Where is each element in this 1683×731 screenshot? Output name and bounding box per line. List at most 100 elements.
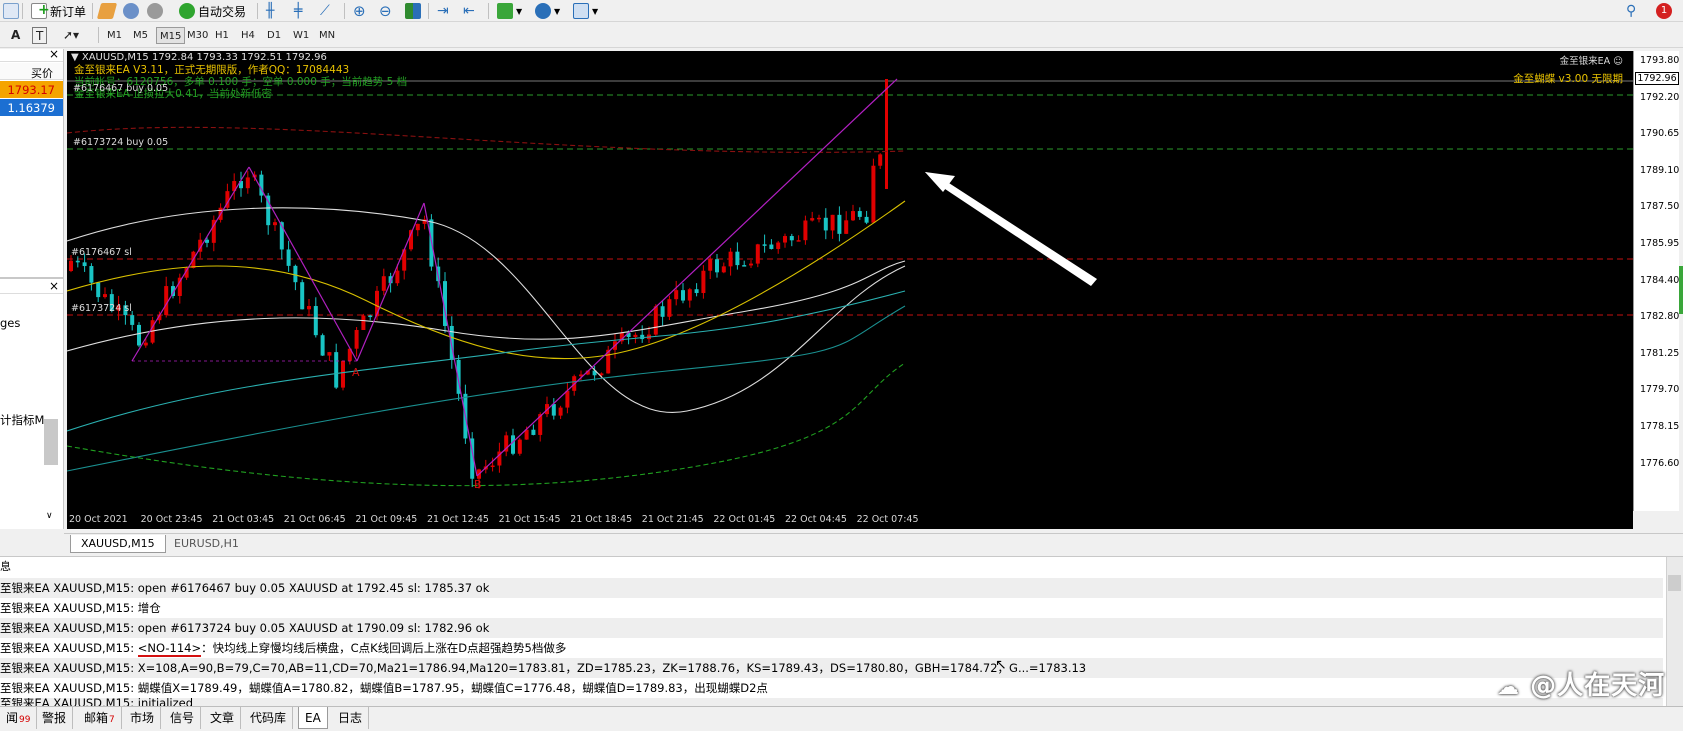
navigator-item[interactable]: 计指标M xyxy=(0,412,44,428)
terminal-tab-1[interactable]: 警报 xyxy=(36,707,74,729)
log-row[interactable]: 至银来EA XAUUSD,M15: 蝴蝶值X=1789.49，蝴蝶值A=1780… xyxy=(0,678,1663,698)
price-tick: 1779.70 xyxy=(1640,384,1680,396)
navigator-item[interactable]: ges xyxy=(0,316,20,330)
price-axis[interactable]: 1793.80 1792.20 1790.65 1789.10 1787.50 1785.… xyxy=(1633,51,1683,511)
chevron-down-icon[interactable]: ∨ xyxy=(46,511,53,521)
bid-column-header[interactable]: 买价 xyxy=(31,65,53,81)
notification-badge: 1 xyxy=(1656,3,1672,19)
periods-button[interactable]: ▼ xyxy=(532,2,563,20)
zoom-in-button[interactable]: ⊕ xyxy=(350,2,369,20)
candle-body xyxy=(327,352,332,356)
log-row[interactable]: 至银来EA XAUUSD,M15: open #6173724 buy 0.05… xyxy=(0,618,1663,638)
terminal-tab-5[interactable]: 文章 xyxy=(204,707,242,729)
time-tick: 21 Oct 15:45 xyxy=(498,514,561,525)
zoom-tool-button[interactable] xyxy=(0,2,22,20)
vertical-scrollbar-marker[interactable] xyxy=(1679,266,1683,314)
new-order-button[interactable]: + 新订单 xyxy=(28,2,89,20)
close-icon[interactable]: × xyxy=(49,279,59,293)
timeframe-m15[interactable]: M15 xyxy=(156,27,186,44)
terminal-column-header: 息 xyxy=(0,560,11,573)
chart-tab[interactable]: EURUSD,H1 xyxy=(164,535,249,553)
terminal-tab-7[interactable]: EA xyxy=(298,707,328,729)
market-watch-row[interactable]: 1.16379 xyxy=(0,99,63,116)
timeframe-m1[interactable]: M1 xyxy=(104,27,125,44)
tile-windows-icon xyxy=(405,3,421,19)
time-tick: 20 Oct 23:45 xyxy=(140,514,203,525)
log-row[interactable]: 至银来EA XAUUSD,M15: X=108,A=90,B=79,C=70,A… xyxy=(0,658,1663,678)
timeframe-m30[interactable]: M30 xyxy=(184,27,211,44)
candle-body xyxy=(735,251,740,266)
arrows-tool-button[interactable]: ➚▾ xyxy=(60,27,82,44)
chart-shift-button[interactable]: ⇤ xyxy=(460,2,478,20)
price-tick: 1782.80 xyxy=(1640,311,1680,323)
indicators-button[interactable]: ▼ xyxy=(494,2,525,20)
notifications-button[interactable]: 1 xyxy=(1653,2,1675,20)
chevron-down-icon: ▼ xyxy=(516,6,523,16)
text-tool-button[interactable]: A xyxy=(8,27,23,44)
scrollbar-thumb[interactable] xyxy=(1668,575,1681,591)
timeframe-h4[interactable]: H4 xyxy=(238,27,258,44)
terminal-tab-8[interactable]: 日志 xyxy=(332,707,370,729)
timeframe-m5[interactable]: M5 xyxy=(130,27,151,44)
price-tick: 1776.60 xyxy=(1640,457,1680,469)
close-icon[interactable]: × xyxy=(49,47,59,61)
price-tick: 1781.25 xyxy=(1640,347,1680,359)
template-icon xyxy=(573,3,589,19)
templates-button[interactable]: ▼ xyxy=(570,2,601,20)
history-button[interactable] xyxy=(96,2,118,20)
butterfly-label: 金至蝴蝶 v3.00 无限期 xyxy=(1513,73,1623,85)
zoom-in-icon: ⊕ xyxy=(353,2,366,20)
terminal-tab-6[interactable]: 代码库 xyxy=(244,707,294,729)
log-row-highlighted[interactable]: 至银来EA XAUUSD,M15: <NO-114>：快均线上穿慢均线后横盘，C… xyxy=(0,638,1663,658)
order-label: #6173724 buy 0.05 xyxy=(73,137,169,148)
candle-body xyxy=(511,435,515,454)
time-tick: 22 Oct 07:45 xyxy=(856,514,919,525)
terminal-tab-3[interactable]: 市场 xyxy=(124,707,162,729)
price-tick: 1784.40 xyxy=(1640,274,1680,286)
terminal-scrollbar[interactable] xyxy=(1666,557,1683,707)
watermark-text: @人在天河 xyxy=(1530,671,1666,701)
timeframe-h1[interactable]: H1 xyxy=(212,27,232,44)
terminal-tab-2[interactable]: 邮箱7 xyxy=(78,707,122,729)
pattern-leg xyxy=(476,78,898,477)
log-row[interactable]: 至银来EA XAUUSD,M15: 增仓 xyxy=(0,598,1663,618)
search-button[interactable]: ⚲ xyxy=(1623,2,1639,20)
terminal-tab-4[interactable]: 信号 xyxy=(164,707,202,729)
chart-tab[interactable]: XAUUSD,M15 xyxy=(70,535,166,553)
auto-trading-button[interactable]: 自动交易 xyxy=(176,2,249,20)
auto-scroll-button[interactable]: ⇥ xyxy=(434,2,452,20)
terminal-tab-0[interactable]: 闻99 xyxy=(0,707,38,729)
price-chart: AB xyxy=(67,78,1633,491)
auto-trading-icon xyxy=(179,3,195,19)
log-row[interactable]: 至银来EA XAUUSD,M15: initialized xyxy=(0,698,1663,706)
navigator-titlebar: × xyxy=(0,279,63,294)
toolbar-separator xyxy=(92,3,93,19)
indicator-curve xyxy=(67,305,906,472)
signals-button[interactable] xyxy=(144,2,166,20)
timeframe-d1[interactable]: D1 xyxy=(264,27,284,44)
candle-body xyxy=(871,165,876,223)
log-row[interactable]: 至银来EA XAUUSD,M15: open #6176467 buy 0.05… xyxy=(0,578,1663,598)
timeframe-w1[interactable]: W1 xyxy=(290,27,312,44)
ea-smiley-label[interactable]: 金至银来EA ☺ xyxy=(1560,53,1623,67)
candle-body xyxy=(313,306,318,336)
bar-chart-button[interactable]: ╫ xyxy=(263,2,277,20)
candle-body xyxy=(245,177,250,189)
market-watch-row[interactable]: 1793.17 xyxy=(0,81,63,98)
zoom-out-button[interactable]: ⊖ xyxy=(376,2,395,20)
time-tick: 21 Oct 12:45 xyxy=(427,514,489,525)
toolbar-separator xyxy=(22,3,23,19)
chart-area[interactable]: AB ▼ XAUUSD,M15 1792.84 1793.33 1792.51 … xyxy=(67,51,1633,511)
tile-windows-button[interactable] xyxy=(402,2,424,20)
timeframe-mn[interactable]: MN xyxy=(316,27,338,44)
candle-body xyxy=(783,236,787,243)
toolbar-separator xyxy=(428,3,429,19)
community-button[interactable] xyxy=(120,2,142,20)
navigator-scrollbar-thumb[interactable] xyxy=(44,419,58,465)
candle-body xyxy=(354,329,359,349)
text-label-tool-button[interactable]: T xyxy=(32,27,48,44)
candle-body xyxy=(69,260,73,271)
candle-chart-button[interactable]: ╪ xyxy=(291,2,305,20)
line-chart-button[interactable]: ⟋ xyxy=(317,2,333,20)
price-tick: 1789.10 xyxy=(1640,164,1680,176)
